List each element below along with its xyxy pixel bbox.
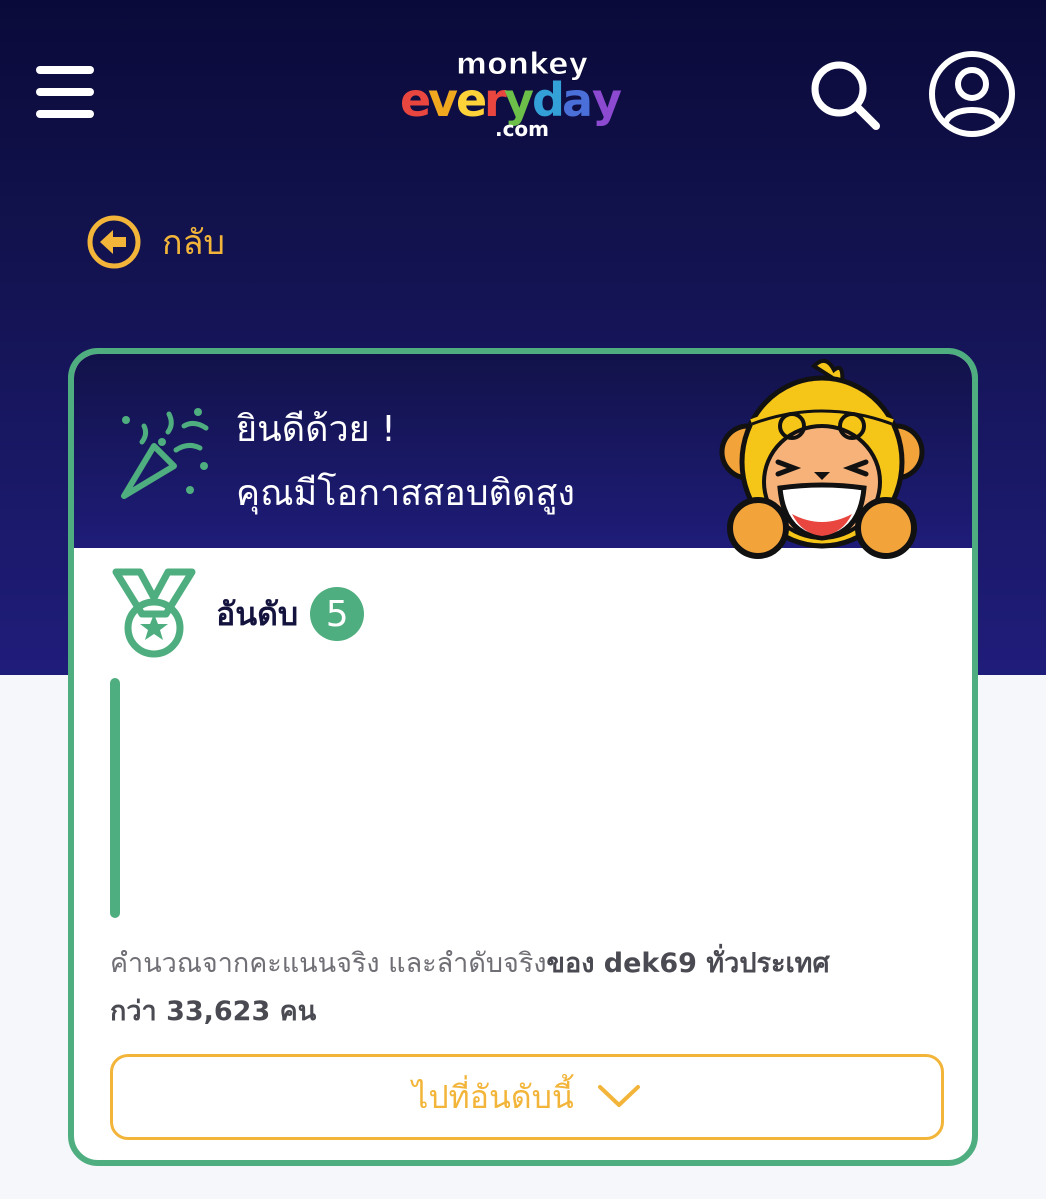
back-button[interactable]: กลับ (86, 214, 225, 270)
svg-text:e: e (400, 73, 431, 127)
arrow-left-circle-icon (87, 215, 141, 269)
congrats-text: ยินดีด้วย ! คุณมีโอกาสสอบติดสูง (236, 398, 575, 526)
logo-domain-text: .com (495, 117, 549, 141)
chevron-down-icon (597, 1085, 640, 1107)
note-plain-text: คำนวณจากคะแนนจริง และลำดับจริง (110, 948, 547, 979)
rank-label: อันดับ (216, 594, 299, 633)
rank-details-area (154, 684, 954, 912)
congrats-title: ยินดีด้วย ! (236, 409, 396, 450)
party-popper-icon (121, 408, 209, 499)
note-bold-text-1: ของ dek69 ทั่วประเทศ (546, 948, 830, 979)
medal-icon (112, 568, 196, 658)
hamburger-menu-icon[interactable] (36, 66, 94, 118)
rank-row: อันดับ 5 (110, 568, 365, 660)
search-icon[interactable] (808, 58, 882, 132)
top-navbar: monkey e v e r y d a y .com (0, 0, 1046, 185)
svg-text:v: v (428, 73, 458, 127)
rank-accent-bar (110, 678, 120, 918)
result-card: ยินดีด้วย ! คุณมีโอกาสสอบติดสูง อันดับ 5… (68, 348, 978, 1166)
rank-number-badge: 5 (310, 587, 365, 641)
result-card-header: ยินดีด้วย ! คุณมีโอกาสสอบติดสูง (74, 354, 972, 559)
goto-rank-button[interactable]: ไปที่อันดับนี้ (110, 1054, 944, 1140)
svg-text:y: y (592, 73, 622, 127)
site-logo[interactable]: monkey e v e r y d a y .com (396, 44, 648, 144)
svg-text:e: e (456, 73, 487, 127)
goto-rank-label: ไปที่อันดับนี้ (412, 1077, 574, 1116)
svg-text:a: a (562, 73, 593, 127)
congrats-subtitle: คุณมีโอกาสสอบติดสูง (236, 473, 575, 514)
back-label: กลับ (162, 223, 226, 263)
monkey-mascot-icon (719, 358, 925, 559)
user-account-icon[interactable] (928, 50, 1016, 138)
note-bold-text-2: กว่า 33,623 คน (110, 996, 317, 1027)
calculation-note: คำนวณจากคะแนนจริง และลำดับจริงของ dek69 … (110, 940, 940, 1036)
